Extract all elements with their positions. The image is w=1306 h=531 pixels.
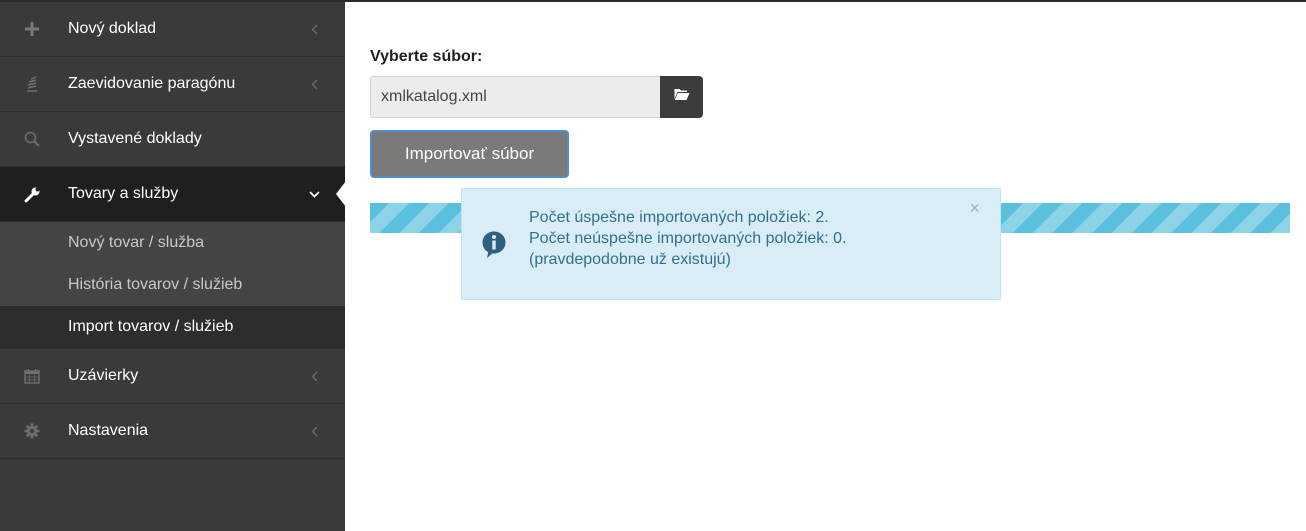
chevron-left-icon [308,424,320,438]
sidebar-item-novy-doklad[interactable]: Nový doklad [0,2,345,57]
sidebar-item-label: Zaevidovanie paragónu [68,75,236,92]
close-icon[interactable]: × [969,199,980,217]
import-result-alert: Počet úspešne importovaných položiek: 2.… [461,188,1001,300]
sidebar-item-nastavenia[interactable]: Nastavenia [0,404,345,459]
file-label: Vyberte súbor: [370,48,483,65]
alert-line-failure: Počet neúspešne importovaných položiek: … [529,230,847,247]
sidebar-item-label: Nový doklad [68,20,157,37]
sidebar-item-label: Tovary a služby [68,185,179,202]
sidebar-item-tovary-a-sluzby[interactable]: Tovary a služby [0,167,346,222]
alert-line-note: (pravdepodobne už existujú) [529,251,731,268]
search-icon [22,129,42,149]
wrench-icon [22,184,42,204]
sidebar-item-zaevidovanie[interactable]: Zaevidovanie paragónu [0,57,345,112]
calendar-icon [22,366,42,386]
chevron-left-icon [308,77,320,91]
sidebar-item-uzavierky[interactable]: Uzávierky [0,349,345,404]
chevron-left-icon [308,369,320,383]
sidebar-item-vystavene-doklady[interactable]: Vystavené doklady [0,112,345,167]
chevron-down-icon [308,187,320,201]
sidebar: Nový doklad Zaevidovanie paragónu Vystav… [0,2,346,531]
active-indicator [336,181,346,207]
file-input[interactable]: xmlkatalog.xml [370,76,660,118]
import-button[interactable]: Importovať súbor [370,130,569,178]
submenu-item-import[interactable]: Import tovarov / služieb [0,306,345,348]
submenu-item-historia[interactable]: História tovarov / služieb [0,264,345,306]
folder-open-icon [674,88,690,106]
sidebar-item-label: Vystavené doklady [68,130,202,147]
submenu: Nový tovar / služba História tovarov / s… [0,222,345,349]
info-icon [482,231,506,259]
sidebar-item-label: Uzávierky [68,367,139,384]
chevron-left-icon [308,22,320,36]
browse-button[interactable] [660,76,703,118]
sidebar-item-label: Nastavenia [68,422,149,439]
plus-icon [22,19,42,39]
gear-icon [22,421,42,441]
alert-line-success: Počet úspešne importovaných položiek: 2. [529,209,829,226]
receipt-icon [22,74,42,94]
submenu-item-novy-tovar[interactable]: Nový tovar / služba [0,222,345,264]
alert-message: Počet úspešne importovaných položiek: 2.… [529,207,847,270]
